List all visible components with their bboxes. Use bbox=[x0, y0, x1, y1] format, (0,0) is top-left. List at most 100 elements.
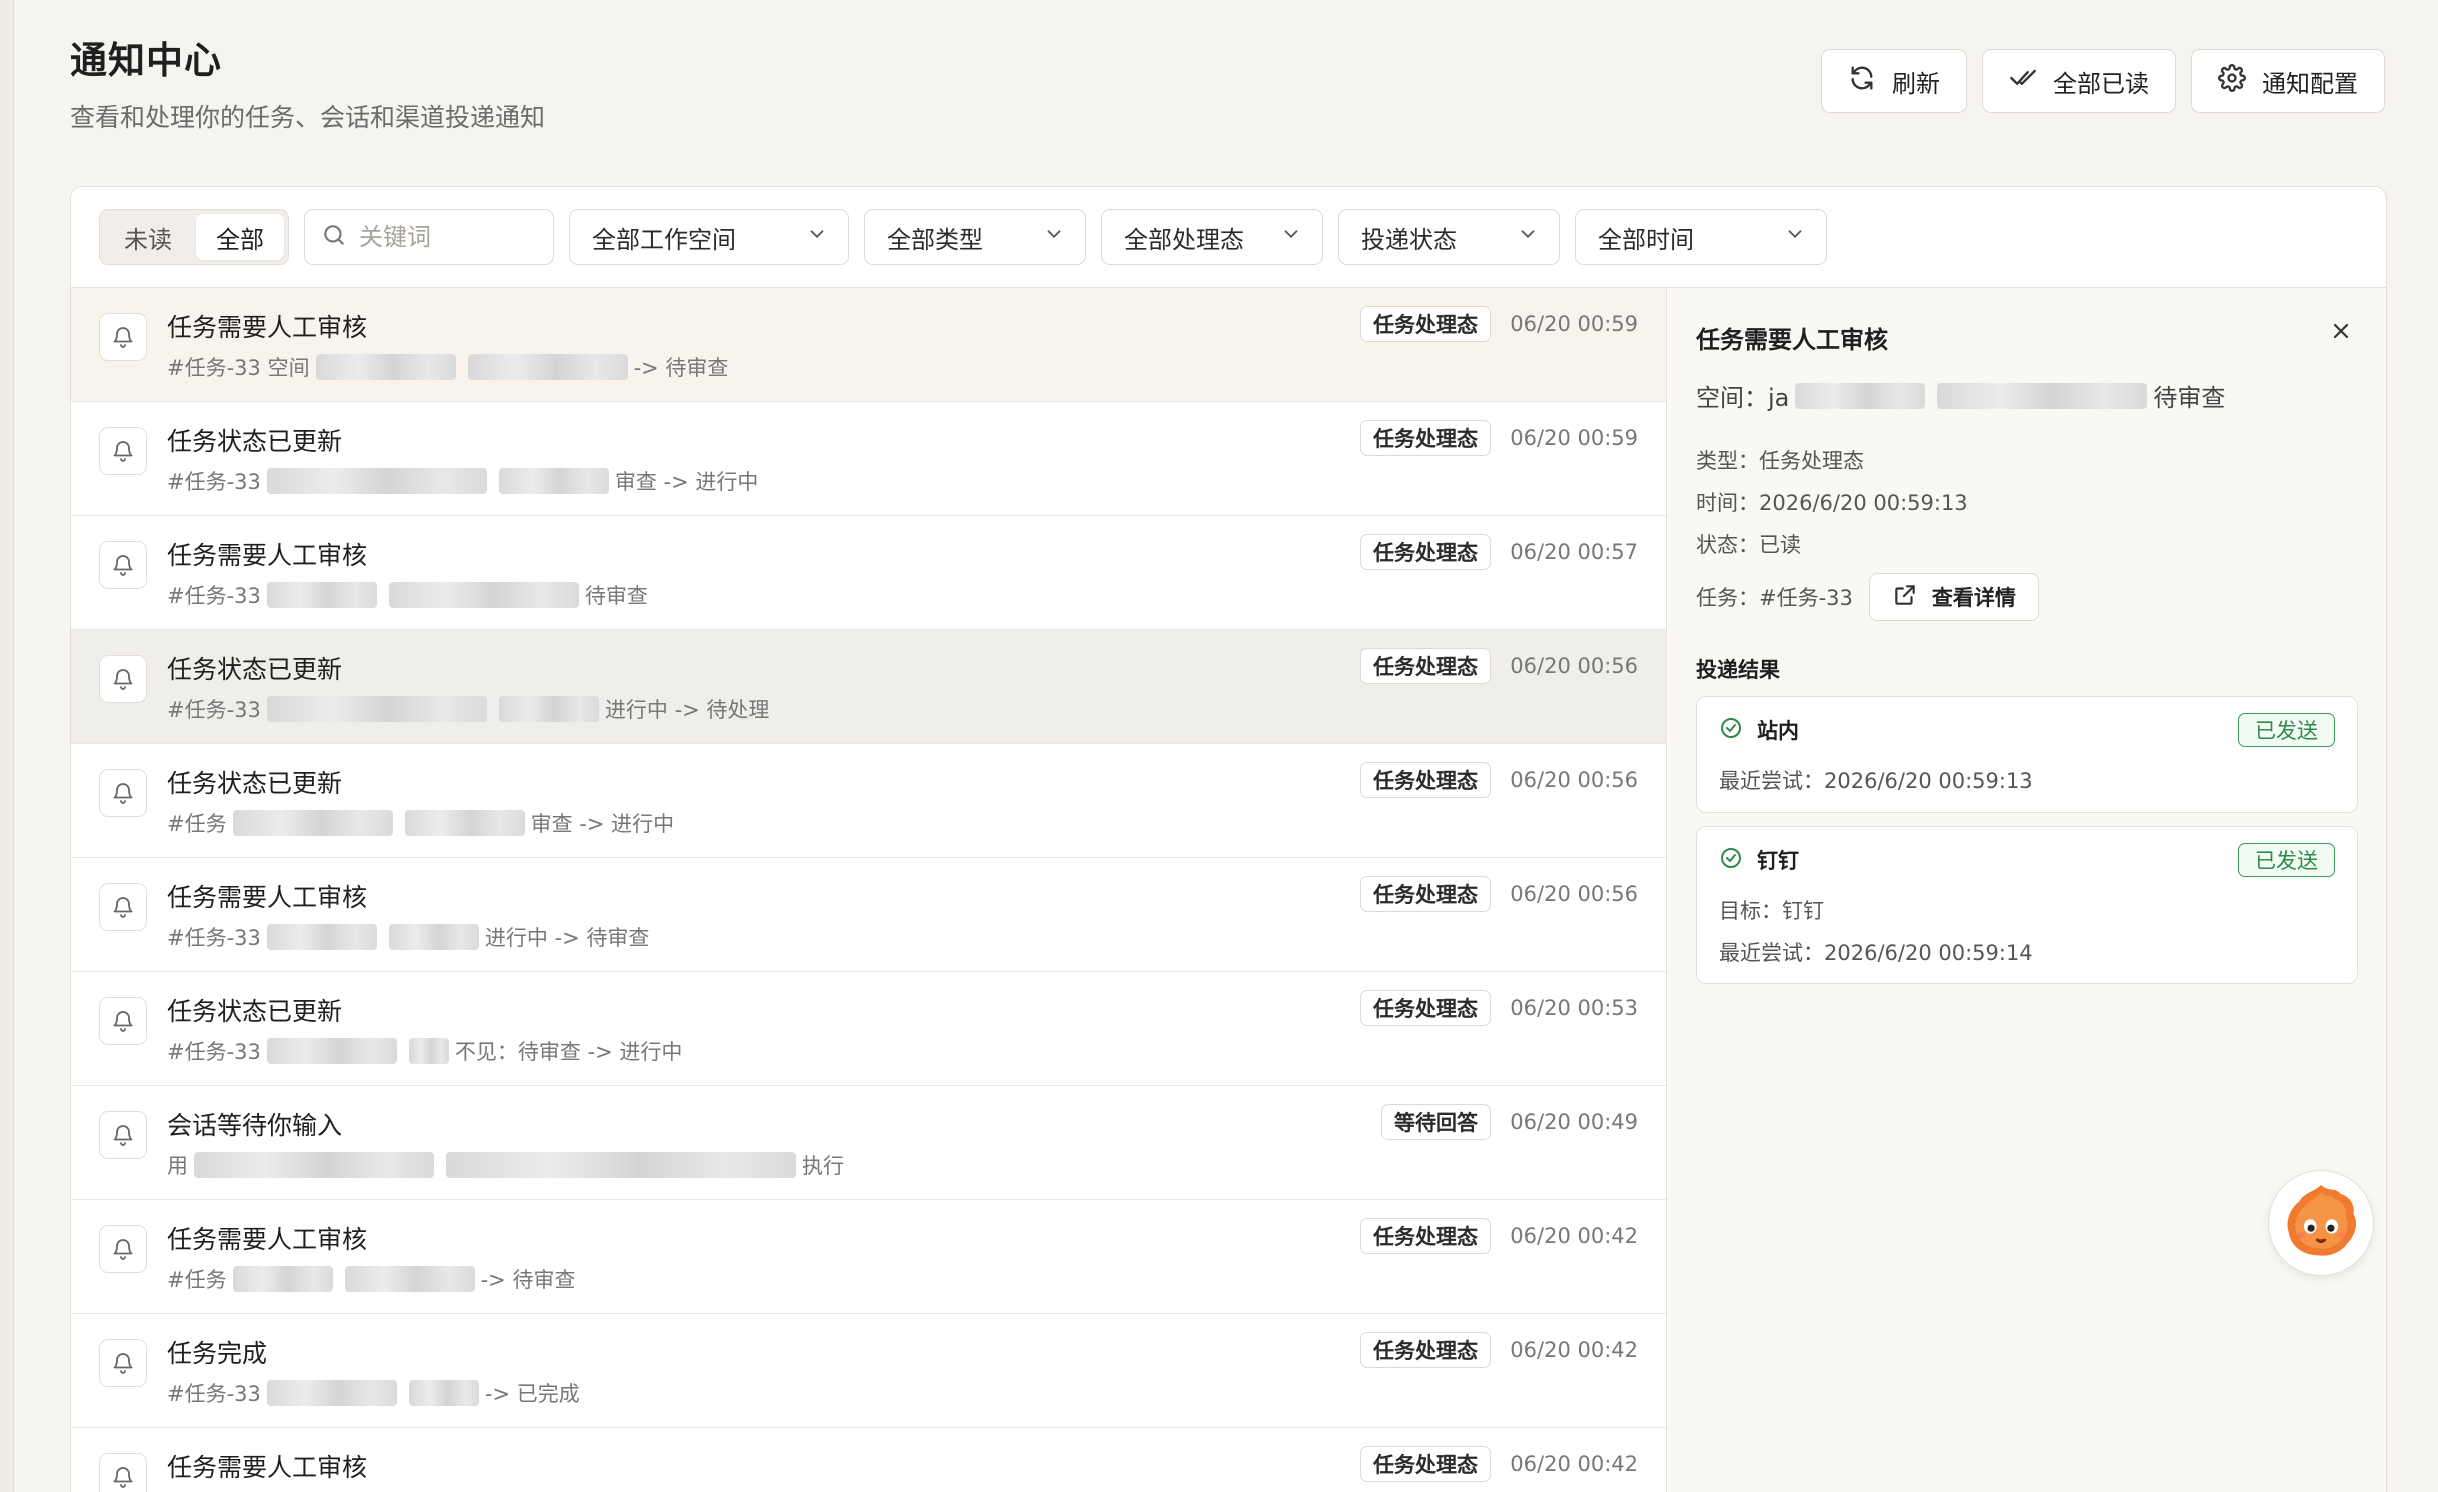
handling-state-select-value: 全部处理态 bbox=[1124, 225, 1244, 254]
status-badge: 已发送 bbox=[2238, 843, 2335, 877]
notification-time: 06/20 00:56 bbox=[1510, 654, 1638, 678]
delivery-state-select[interactable]: 投递状态 bbox=[1338, 209, 1560, 265]
notification-time: 06/20 00:42 bbox=[1510, 1452, 1638, 1476]
detail-task-line: 任务：#任务-33 查看详情 bbox=[1696, 573, 2039, 621]
notification-row[interactable]: 任务状态已更新 #任务-33 不见：待审查 -> 进行中 任务处理态 06/20 00:… bbox=[71, 972, 1666, 1086]
bell-icon bbox=[99, 427, 147, 475]
delivery-state-select-value: 投递状态 bbox=[1361, 225, 1457, 254]
notification-row[interactable]: 任务状态已更新 #任务 审查 -> 进行中 任务处理态 06/20 00:56 bbox=[71, 744, 1666, 858]
notification-list: 任务需要人工审核 #任务-33 空间 -> 待审查 任务处理态 06/20 00:59 任… bbox=[71, 288, 1667, 1492]
notification-desc-prefix: 用 bbox=[167, 1154, 188, 1178]
redacted-text bbox=[344, 1266, 475, 1292]
notification-desc-prefix: #任务-33 bbox=[167, 926, 261, 950]
notification-time: 06/20 00:59 bbox=[1510, 426, 1638, 450]
notification-desc-prefix: #任务-33 bbox=[167, 470, 261, 494]
detail-type: 类型：任务处理态 bbox=[1696, 449, 1864, 473]
mark-all-read-label: 全部已读 bbox=[2053, 69, 2149, 98]
status-badge: 已发送 bbox=[2238, 713, 2335, 747]
refresh-button[interactable]: 刷新 bbox=[1821, 49, 1967, 113]
notification-desc-suffix: 执行 bbox=[802, 1154, 844, 1178]
notification-time: 06/20 00:49 bbox=[1510, 1110, 1638, 1134]
notification-type-tag: 任务处理态 bbox=[1360, 420, 1491, 456]
notification-description: #任务-33 空间 -> 待审查 bbox=[167, 352, 728, 382]
notification-type-tag: 任务处理态 bbox=[1360, 762, 1491, 798]
detail-space-suffix: 待审查 bbox=[2153, 384, 2226, 412]
search-input[interactable] bbox=[359, 223, 539, 251]
redacted-text bbox=[1937, 382, 2148, 409]
notification-title: 任务需要人工审核 bbox=[167, 541, 368, 570]
redacted-text bbox=[232, 1266, 333, 1292]
segment-unread[interactable]: 未读 bbox=[104, 214, 192, 260]
time-select[interactable]: 全部时间 bbox=[1575, 209, 1827, 265]
redacted-text bbox=[194, 1152, 434, 1178]
detail-status: 状态：已读 bbox=[1696, 533, 1801, 557]
notification-type-tag: 任务处理态 bbox=[1360, 1446, 1491, 1482]
bell-icon bbox=[99, 1225, 147, 1273]
notification-desc-suffix: 进行中 -> 待处理 bbox=[604, 698, 770, 722]
workspace-select-value: 全部工作空间 bbox=[592, 225, 736, 254]
notification-desc-prefix: #任务-33 bbox=[167, 1382, 261, 1406]
notification-time: 06/20 00:59 bbox=[1510, 312, 1638, 336]
workspace-select[interactable]: 全部工作空间 bbox=[569, 209, 849, 265]
notification-description: #任务-33 待审查 bbox=[167, 580, 648, 610]
time-select-value: 全部时间 bbox=[1598, 225, 1694, 254]
external-link-icon bbox=[1892, 582, 1918, 613]
notification-settings-label: 通知配置 bbox=[2262, 69, 2358, 98]
mark-all-read-button[interactable]: 全部已读 bbox=[1982, 49, 2176, 113]
redacted-text bbox=[388, 582, 579, 608]
notification-row[interactable]: 任务完成 #任务-33 -> 已完成 任务处理态 06/20 00:42 bbox=[71, 1314, 1666, 1428]
notification-description: #任务-33 进行中 -> 待审查 bbox=[167, 922, 649, 952]
notification-row[interactable]: 任务需要人工审核 #任务-33 空间 -> 待审查 任务处理态 06/20 00:59 bbox=[71, 288, 1666, 402]
notification-desc-prefix: #任务-33 bbox=[167, 584, 261, 608]
notification-title: 任务需要人工审核 bbox=[167, 883, 368, 912]
detail-panel: 任务需要人工审核 空间：ja 待审查 类型：任务处理态 时间：2026/6/20… bbox=[1668, 288, 2386, 1492]
notification-title: 任务状态已更新 bbox=[167, 427, 343, 456]
notification-type-tag: 任务处理态 bbox=[1360, 648, 1491, 684]
detail-title: 任务需要人工审核 bbox=[1696, 326, 1888, 354]
notification-desc-suffix: 待审查 bbox=[584, 584, 648, 608]
gear-icon bbox=[2218, 64, 2246, 98]
refresh-icon bbox=[1848, 64, 1876, 98]
bell-icon bbox=[99, 541, 147, 589]
notification-row[interactable]: 会话等待你输入用 执行 等待回答 06/20 00:49 bbox=[71, 1086, 1666, 1200]
notification-row[interactable]: 任务需要人工审核 #任务-33 待审查 任务处理态 06/20 00:57 bbox=[71, 516, 1666, 630]
chevron-down-icon bbox=[806, 223, 828, 251]
search-box bbox=[304, 209, 554, 265]
notification-title: 任务完成 bbox=[167, 1339, 268, 1368]
delivery-channel: 站内 bbox=[1757, 719, 1799, 743]
notification-row[interactable]: 任务需要人工审核 #任务-33 进行中 -> 待审查 任务处理态 06/20 00:56 bbox=[71, 858, 1666, 972]
assistant-mascot-button[interactable] bbox=[2268, 1170, 2374, 1276]
notification-type-tag: 任务处理态 bbox=[1360, 1218, 1491, 1254]
segment-all[interactable]: 全部 bbox=[196, 214, 284, 260]
notification-desc-suffix: -> 已完成 bbox=[484, 1382, 580, 1406]
notification-row[interactable]: 任务状态已更新 #任务-33 审查 -> 进行中 任务处理态 06/20 00:59 bbox=[71, 402, 1666, 516]
detail-space-label: 空间：ja bbox=[1696, 384, 1790, 412]
mascot-icon bbox=[2276, 1176, 2366, 1270]
view-details-button[interactable]: 查看详情 bbox=[1868, 573, 2039, 621]
notification-description: 用 执行 bbox=[167, 1150, 844, 1180]
page-subtitle: 查看和处理你的任务、会话和渠道投递通知 bbox=[70, 103, 546, 132]
delivery-target: 目标：钉钉 bbox=[1719, 899, 1824, 923]
handling-state-select[interactable]: 全部处理态 bbox=[1101, 209, 1323, 265]
notification-row[interactable]: 任务需要人工审核 任务处理态 06/20 00:42 bbox=[71, 1428, 1666, 1492]
delivery-result-card: 钉钉 已发送 目标：钉钉 最近尝试：2026/6/20 00:59:14 bbox=[1696, 826, 2358, 984]
notification-row[interactable]: 任务需要人工审核 #任务 -> 待审查 任务处理态 06/20 00:42 bbox=[71, 1200, 1666, 1314]
notification-settings-button[interactable]: 通知配置 bbox=[2191, 49, 2385, 113]
close-detail-button[interactable] bbox=[2324, 316, 2358, 350]
redacted-text bbox=[1795, 382, 1926, 409]
notification-row[interactable]: 任务状态已更新 #任务-33 进行中 -> 待处理 任务处理态 06/20 00:56 bbox=[71, 630, 1666, 744]
bell-icon bbox=[99, 1111, 147, 1159]
redacted-text bbox=[266, 924, 377, 950]
notification-title: 任务状态已更新 bbox=[167, 769, 343, 798]
redacted-text bbox=[388, 924, 479, 950]
notification-desc-suffix: -> 待审查 bbox=[633, 356, 729, 380]
delivery-result-head: 钉钉 bbox=[1719, 845, 1799, 875]
redacted-text bbox=[467, 354, 628, 380]
notification-time: 06/20 00:53 bbox=[1510, 996, 1638, 1020]
type-select[interactable]: 全部类型 bbox=[864, 209, 1086, 265]
redacted-text bbox=[266, 468, 487, 494]
bell-icon bbox=[99, 1339, 147, 1387]
notification-desc-prefix: #任务-33 bbox=[167, 698, 261, 722]
notification-description: #任务-33 不见：待审查 -> 进行中 bbox=[167, 1036, 682, 1066]
redacted-text bbox=[232, 810, 393, 836]
